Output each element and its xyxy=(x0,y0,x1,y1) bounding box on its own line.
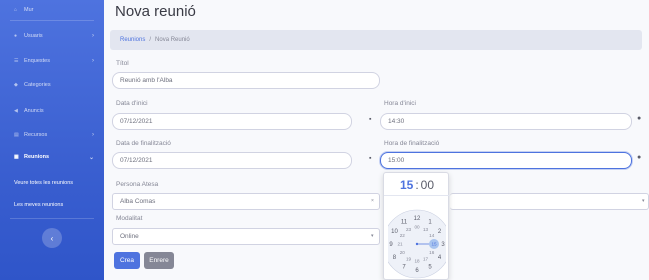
clock-hour-21[interactable]: 21 xyxy=(397,242,403,247)
clock-icon[interactable]: ● xyxy=(637,154,641,161)
clock-icon[interactable]: ● xyxy=(637,115,641,122)
sidebar-toggle-button[interactable]: ‹ xyxy=(42,228,62,248)
end-time-input[interactable]: 15:00 xyxy=(380,152,632,169)
calendar-icon[interactable]: ▪ xyxy=(369,155,371,162)
start-time-input[interactable]: 14:30 xyxy=(380,113,632,130)
sidebar-item-reunions[interactable]: ▦ Reunions ⌄ xyxy=(0,150,104,164)
breadcrumb-current: Nova Reunió xyxy=(155,37,190,43)
clock-hour-10[interactable]: 10 xyxy=(391,229,398,235)
time-picker-popover: 15:00 12 1 2 3 4 5 6 7 8 9 10 11 00 13 14 15 16 17 18 19 20 2… xyxy=(383,172,450,280)
chevron-right-icon: › xyxy=(92,58,94,64)
sidebar-item-enquestes[interactable]: ☰ Enquestes › xyxy=(0,54,104,68)
sidebar-divider xyxy=(10,20,94,21)
chevron-down-icon: ⌄ xyxy=(88,154,94,161)
title-label: Títol xyxy=(116,60,129,67)
breadcrumb: Reunions / Nova Reunió xyxy=(110,30,642,50)
start-date-value: 07/12/2021 xyxy=(120,118,153,125)
modality-label: Modalitat xyxy=(116,215,143,222)
sidebar-subitem-all-meetings[interactable]: Veure totes les reunions xyxy=(0,180,104,186)
clock-hour-18[interactable]: 18 xyxy=(414,259,420,264)
end-date-input[interactable]: 07/12/2021 xyxy=(112,152,352,169)
chevron-left-icon: ‹ xyxy=(50,233,54,243)
end-date-value: 07/12/2021 xyxy=(120,157,153,164)
person-select[interactable]: Alba Comas xyxy=(112,193,380,210)
time-picker-minutes[interactable]: 00 xyxy=(421,178,434,192)
clock-hour-12[interactable]: 12 xyxy=(414,216,421,222)
breadcrumb-separator: / xyxy=(149,37,152,43)
clock-hour-20[interactable]: 20 xyxy=(400,250,406,255)
clock-center xyxy=(415,242,419,246)
modality-select-value: Online xyxy=(120,233,139,240)
calendar-icon[interactable]: ▪ xyxy=(369,116,371,123)
chevron-down-icon[interactable]: ▾ xyxy=(371,233,374,239)
person-select-extension xyxy=(450,193,649,210)
sidebar-item-label: Reunions xyxy=(24,154,50,160)
end-date-label: Data de finalització xyxy=(116,140,171,147)
clock-hour-17[interactable]: 17 xyxy=(423,256,429,261)
sidebar-item-label: Categories xyxy=(24,82,51,88)
back-button[interactable]: Enrere xyxy=(144,252,174,269)
list-icon: ☰ xyxy=(14,58,19,64)
title-input[interactable]: Reunió amb l'Alba xyxy=(112,72,380,89)
clear-icon[interactable]: × xyxy=(371,198,374,204)
megaphone-icon: ◀ xyxy=(14,108,18,114)
tag-icon: ◆ xyxy=(14,82,18,88)
users-icon: ● xyxy=(14,33,18,39)
sidebar-item-categories[interactable]: ◆ Categories xyxy=(0,78,104,92)
clock-dial[interactable]: 12123456789101100 1314151617181920212223 xyxy=(388,199,446,279)
sidebar-item-label: Mur xyxy=(24,7,34,13)
clock-hour-00[interactable]: 00 xyxy=(414,225,420,230)
start-time-label: Hora d'inici xyxy=(384,100,416,107)
chevron-down-icon[interactable]: ▾ xyxy=(642,198,645,204)
folder-icon: ▤ xyxy=(14,132,19,138)
clock-hour-14[interactable]: 14 xyxy=(429,233,435,238)
sidebar-item-label: Recursos xyxy=(24,132,48,138)
sidebar-divider xyxy=(10,218,94,219)
end-time-label: Hora de finalització xyxy=(384,140,440,147)
chevron-right-icon: › xyxy=(92,33,94,39)
end-time-value: 15:00 xyxy=(388,157,405,164)
sidebar-item-anuncis[interactable]: ◀ Anuncis xyxy=(0,104,104,118)
sidebar-item-recursos[interactable]: ▤ Recursos › xyxy=(0,128,104,142)
sidebar-subitem-my-meetings[interactable]: Les meves reunions xyxy=(0,202,104,208)
sidebar: ⌂ Mur ● Usuaris › ☰ Enquestes › ◆ Catego… xyxy=(0,0,104,280)
time-picker-hour[interactable]: 15 xyxy=(400,178,413,192)
person-select-value: Alba Comas xyxy=(120,198,156,205)
clock-hour-22[interactable]: 22 xyxy=(400,233,406,238)
title-input-value: Reunió amb l'Alba xyxy=(120,77,173,84)
clock-hour-19[interactable]: 19 xyxy=(406,256,412,261)
start-date-input[interactable]: 07/12/2021 xyxy=(112,113,352,130)
time-picker-display: 15:00 xyxy=(384,178,450,192)
clock-hour-15[interactable]: 15 xyxy=(431,242,437,247)
clock-hour-16[interactable]: 16 xyxy=(429,250,435,255)
sidebar-item-label: Enquestes xyxy=(24,58,50,64)
sidebar-item-usuaris[interactable]: ● Usuaris › xyxy=(0,29,104,43)
time-picker-separator: : xyxy=(415,178,419,192)
clock-hour-23[interactable]: 23 xyxy=(406,227,412,232)
clock-hour-11[interactable]: 11 xyxy=(401,220,408,226)
create-button-label: Crea xyxy=(119,257,135,264)
sidebar-item-label: Anuncis xyxy=(24,108,44,114)
home-icon: ⌂ xyxy=(14,7,18,13)
modality-select[interactable]: Online xyxy=(112,228,380,245)
clock-hour-13[interactable]: 13 xyxy=(423,227,429,232)
sidebar-item-label: Usuaris xyxy=(24,33,43,39)
chevron-right-icon: › xyxy=(92,132,94,138)
time-picker-divider xyxy=(384,195,450,196)
page-title: Nova reunió xyxy=(115,3,196,20)
person-label: Persona Atesa xyxy=(116,181,159,188)
create-button[interactable]: Crea xyxy=(114,252,140,269)
start-time-value: 14:30 xyxy=(388,118,405,125)
calendar-icon: ▦ xyxy=(14,154,19,160)
breadcrumb-link-reunions[interactable]: Reunions xyxy=(120,37,145,43)
sidebar-item-mur[interactable]: ⌂ Mur xyxy=(0,3,104,17)
start-date-label: Data d'inici xyxy=(116,100,148,107)
back-button-label: Enrere xyxy=(149,257,169,264)
